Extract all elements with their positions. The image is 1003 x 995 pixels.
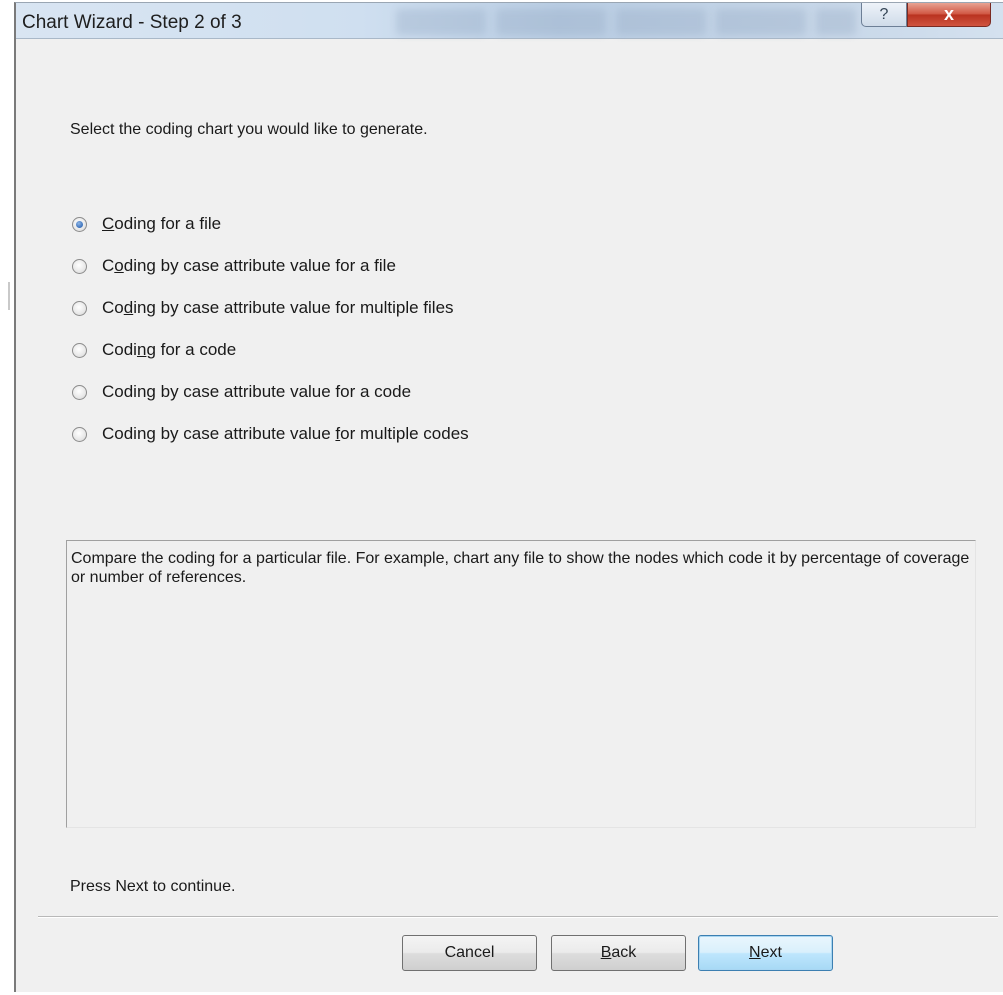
option-coding-by-attribute-multiple-files[interactable]: Coding by case attribute value for multi… [72,287,469,329]
cancel-label: Cancel [444,944,495,961]
radio-button[interactable] [72,258,87,274]
background-blur [716,9,806,35]
option-label: Coding by case attribute value for a cod… [102,382,412,401]
next-button[interactable]: Next [698,935,833,971]
close-button[interactable]: x [907,3,991,27]
background-strip [0,0,14,995]
option-label: Coding for a file [102,214,222,233]
radio-button[interactable] [72,342,87,358]
radio-button[interactable] [72,216,87,232]
background-blur [616,9,706,35]
chart-wizard-dialog: Chart Wizard - Step 2 of 3 ? x Select th… [14,2,1003,992]
option-coding-for-code[interactable]: Coding for a code [72,329,469,371]
cancel-button[interactable]: Cancel [402,935,537,971]
option-coding-by-attribute-code[interactable]: Coding by case attribute value for a cod… [72,371,469,413]
option-coding-by-attribute-multiple-codes[interactable]: Coding by case attribute value for multi… [72,413,469,455]
back-label: Back [600,944,637,961]
window-title: Chart Wizard - Step 2 of 3 [22,12,242,33]
footer-hint: Press Next to continue. [70,878,236,895]
next-label: Next [749,944,782,961]
background-blur [816,9,856,35]
option-coding-for-file[interactable]: Coding for a file [72,203,469,245]
instruction-text: Select the coding chart you would like t… [70,121,428,138]
radio-button[interactable] [72,300,87,316]
background-blur [396,9,486,35]
footer-divider [38,916,998,918]
option-coding-by-attribute-file[interactable]: Coding by case attribute value for a fil… [72,245,469,287]
radio-button[interactable] [72,384,87,400]
background-blur [496,9,606,35]
help-button[interactable]: ? [861,3,907,27]
radio-button[interactable] [72,426,87,442]
option-label: Coding by case attribute value for multi… [102,298,454,317]
close-icon: x [943,4,954,24]
help-icon: ? [879,5,889,23]
background-mark [8,282,10,310]
back-button[interactable]: Back [551,935,686,971]
chart-type-options: Coding for a file Coding by case attribu… [72,203,469,455]
option-label: Coding by case attribute value for a fil… [102,256,396,275]
option-label: Coding for a code [102,340,237,359]
title-bar[interactable]: Chart Wizard - Step 2 of 3 ? x [16,3,1003,39]
description-text: Compare the coding for a particular file… [71,550,970,586]
description-box: Compare the coding for a particular file… [66,540,976,828]
option-label: Coding by case attribute value for multi… [102,424,469,443]
